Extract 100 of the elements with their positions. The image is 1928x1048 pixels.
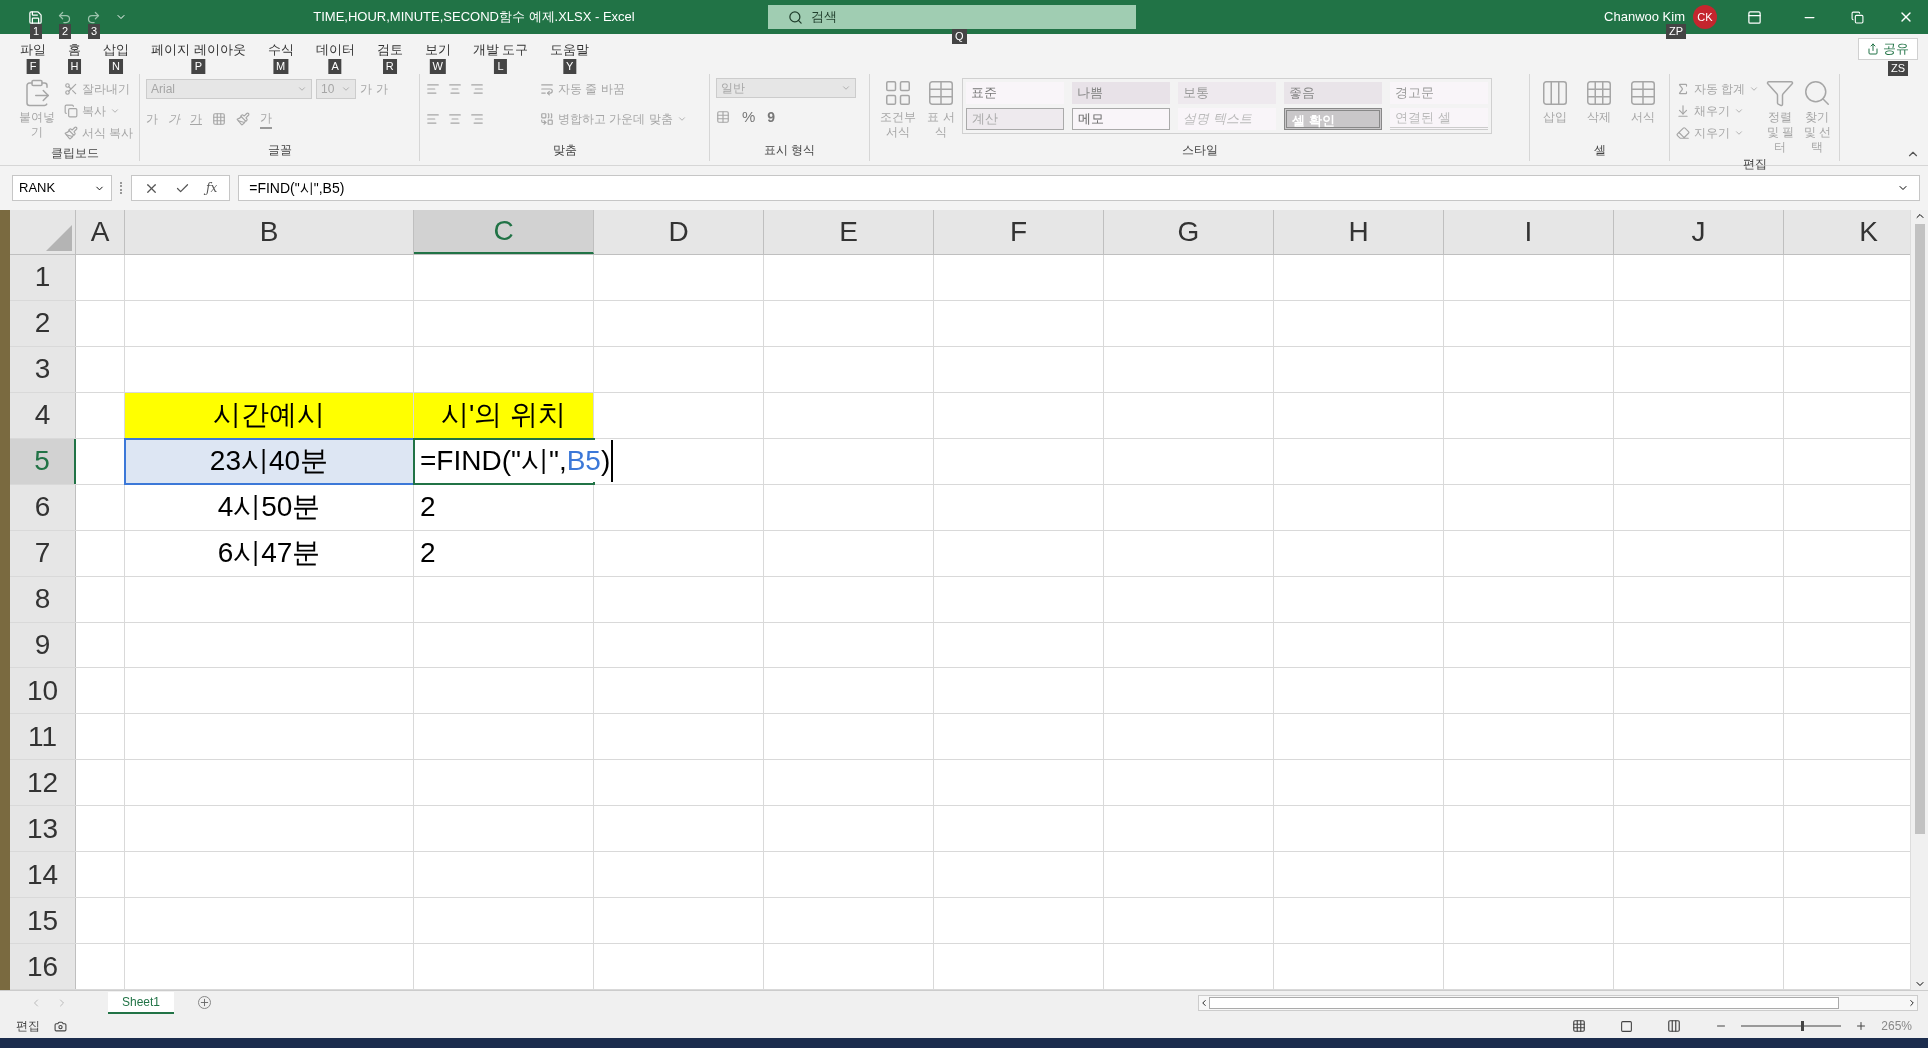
row-header[interactable]: 12 (10, 760, 76, 806)
zoom-thumb[interactable] (1801, 1021, 1805, 1031)
cell-text: 2 (420, 490, 436, 525)
group-label: 스타일 (1180, 142, 1219, 159)
restore-icon[interactable] (1851, 10, 1864, 24)
scroll-left-icon[interactable] (1199, 997, 1209, 1008)
ribbon-tab[interactable]: 삽입 (103, 40, 129, 60)
row-header[interactable]: 8 (10, 576, 76, 622)
formula-field[interactable]: =FIND("시",B5) (238, 175, 1920, 201)
cell-formula[interactable]: =FIND("시",B5) (420, 440, 614, 483)
row-header[interactable]: 15 (10, 898, 76, 944)
comma-button[interactable]: 9 (767, 106, 776, 128)
row-header[interactable]: 14 (10, 852, 76, 898)
ribbon-tab[interactable]: 홈 (68, 40, 81, 60)
group-label: 맞춤 (551, 142, 578, 159)
insert-function-icon[interactable]: ƒx (206, 179, 218, 197)
vertical-scrollbar[interactable] (1910, 210, 1928, 990)
row-header[interactable]: 3 (10, 346, 76, 392)
mode-text: 편집 (16, 1018, 40, 1035)
row-header[interactable]: 9 (10, 622, 76, 668)
caret-icon (1749, 84, 1760, 94)
sort-filter-icon (1765, 78, 1796, 108)
ribbon-tab[interactable]: 데이터 (315, 40, 355, 60)
cell-text: 시'의 위치 (440, 398, 567, 433)
group-label: 글꼴 (266, 142, 293, 159)
row-header[interactable]: 1 (10, 255, 76, 300)
horizontal-scrollbar[interactable] (1198, 994, 1918, 1011)
percent-button[interactable]: % (742, 106, 756, 129)
user-avatar[interactable]: CK (1693, 5, 1717, 29)
keytip: N (109, 59, 123, 74)
ribbon-tab[interactable]: 도움말 (550, 40, 590, 60)
scroll-thumb[interactable] (1914, 224, 1925, 834)
keytip: R (382, 59, 397, 74)
column-header[interactable]: G (1104, 210, 1274, 254)
zoom-level[interactable]: 265% (1881, 1017, 1912, 1035)
ribbon-tab[interactable]: 개발 도구 (472, 40, 529, 60)
column-header[interactable]: A (76, 210, 125, 254)
row-header[interactable]: 7 (10, 530, 76, 576)
normal-view-icon[interactable] (1572, 1019, 1587, 1033)
column-header[interactable]: C (414, 210, 594, 254)
autosum-icon (1676, 82, 1690, 96)
format-table-icon (926, 78, 956, 108)
keytip: W (429, 59, 446, 74)
fill-icon (1676, 104, 1690, 118)
clear-icon (1676, 126, 1690, 140)
keytip: 3 (88, 23, 101, 39)
scroll-right-icon[interactable] (1907, 997, 1917, 1008)
keytip: M (273, 59, 289, 74)
redo-icon[interactable] (86, 9, 101, 25)
keytip: P (191, 59, 205, 74)
row-header[interactable]: 16 (10, 944, 76, 989)
sheet-tab[interactable]: Sheet1 (108, 991, 175, 1014)
caret-icon (109, 106, 120, 116)
cell-text: 시간예시 (213, 398, 325, 433)
cell-style[interactable]: 메모 (1072, 108, 1170, 130)
caret-icon (1734, 106, 1744, 116)
column-header[interactable]: J (1614, 210, 1784, 254)
ribbon-tab[interactable]: 파일 (20, 40, 46, 60)
caret-icon (1734, 128, 1744, 138)
merge-center-icon (540, 112, 554, 126)
name-box[interactable]: RANK (12, 175, 112, 201)
share-icon (1867, 43, 1879, 55)
column-header[interactable]: I (1444, 210, 1614, 254)
column-header[interactable]: E (764, 210, 934, 254)
group-label: 셀 (1592, 142, 1607, 159)
column-header[interactable]: F (934, 210, 1104, 254)
row-header[interactable]: 10 (10, 668, 76, 714)
search-field[interactable]: 검색 (768, 5, 1137, 29)
user-name: Chanwoo Kim (1604, 9, 1685, 25)
borders-icon[interactable] (212, 112, 226, 126)
share-button[interactable]: 공유 (1858, 38, 1918, 60)
ribbon-display-icon[interactable] (1747, 9, 1762, 25)
save-icon[interactable] (28, 9, 43, 25)
column-header[interactable]: D (594, 210, 764, 254)
group-label: 클립보드 (49, 145, 100, 162)
row-header[interactable]: 2 (10, 300, 76, 346)
row-header[interactable]: 13 (10, 806, 76, 852)
cell-style[interactable]: 표준 (966, 82, 1064, 104)
row-header[interactable]: 5 (10, 438, 76, 484)
keytip: 2 (59, 23, 72, 39)
undo-icon[interactable] (57, 9, 72, 25)
ribbon-tab[interactable]: 수식 (267, 40, 294, 60)
row-header[interactable]: 4 (10, 392, 76, 438)
cell-text: 23시40분 (209, 444, 329, 479)
page-layout-icon[interactable] (1620, 1019, 1634, 1033)
row-header[interactable]: 11 (10, 714, 76, 760)
ribbon-tab[interactable]: 페이지 레이아웃 (151, 40, 246, 60)
fill-color-icon[interactable] (236, 112, 250, 126)
corner-triangle-icon (46, 225, 72, 251)
zoom-in-icon[interactable] (1855, 1020, 1868, 1032)
scroll-thumb[interactable] (1209, 996, 1839, 1009)
cell-text: 2 (420, 536, 436, 571)
cell-text: 4시50분 (217, 490, 321, 525)
ribbon-tab[interactable]: 검토 (376, 40, 403, 60)
ribbon-tab[interactable]: 보기 (424, 40, 451, 60)
caret-icon (841, 83, 851, 93)
row-header[interactable]: 6 (10, 484, 76, 530)
keytip: ZP (1666, 24, 1687, 40)
column-header[interactable]: H (1274, 210, 1444, 254)
keytip: ZS (1888, 61, 1909, 76)
